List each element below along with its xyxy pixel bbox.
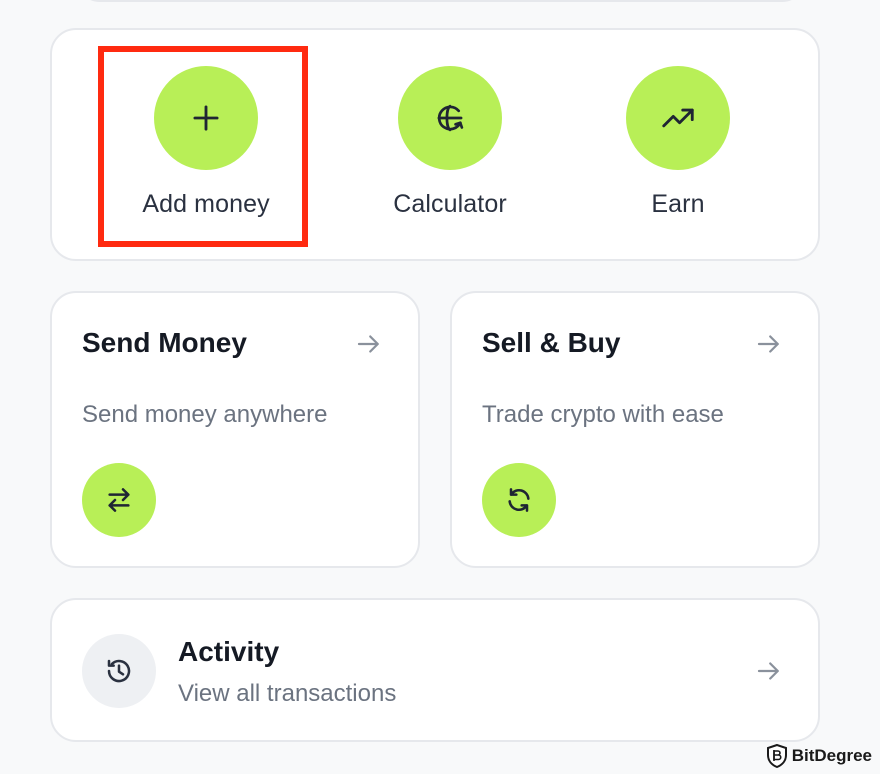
send-money-card[interactable]: Send Money Send money anywhere <box>50 291 420 568</box>
watermark-text: BitDegree <box>791 746 872 765</box>
earn-circle <box>626 66 730 170</box>
earn-button[interactable]: Earn <box>578 66 778 219</box>
previous-card-edge <box>76 0 806 2</box>
history-icon <box>107 659 131 683</box>
send-money-subtitle: Send money anywhere <box>82 401 328 428</box>
arrow-right-icon <box>357 335 379 353</box>
arrow-right-icon <box>757 335 779 353</box>
shield-icon <box>766 744 788 768</box>
watermark: BitDegree <box>766 744 872 768</box>
activity-circle <box>82 634 156 708</box>
sell-buy-circle <box>482 463 556 537</box>
sell-buy-subtitle: Trade crypto with ease <box>482 401 724 428</box>
activity-subtitle: View all transactions <box>178 680 397 707</box>
earn-label: Earn <box>651 190 705 218</box>
send-money-circle <box>82 463 156 537</box>
plus-icon <box>193 105 219 131</box>
calculator-label: Calculator <box>393 190 507 218</box>
calculator-globe-icon <box>437 104 464 132</box>
sell-buy-card[interactable]: Sell & Buy Trade crypto with ease <box>450 291 820 568</box>
send-money-title: Send Money <box>82 327 247 358</box>
add-money-label: Add money <box>142 190 270 218</box>
activity-title: Activity <box>178 636 280 667</box>
refresh-icon <box>508 488 530 512</box>
arrow-right-icon <box>757 662 779 680</box>
calculator-button[interactable]: Calculator <box>350 66 550 219</box>
trending-up-icon <box>662 108 694 128</box>
add-money-circle <box>154 66 258 170</box>
quick-actions-card: Add money Calculator Earn <box>50 28 820 261</box>
transfer-arrows-icon <box>108 488 130 512</box>
activity-card[interactable]: Activity View all transactions <box>50 598 820 742</box>
sell-buy-title: Sell & Buy <box>482 327 621 358</box>
calculator-circle <box>398 66 502 170</box>
add-money-button[interactable]: Add money <box>106 66 306 219</box>
